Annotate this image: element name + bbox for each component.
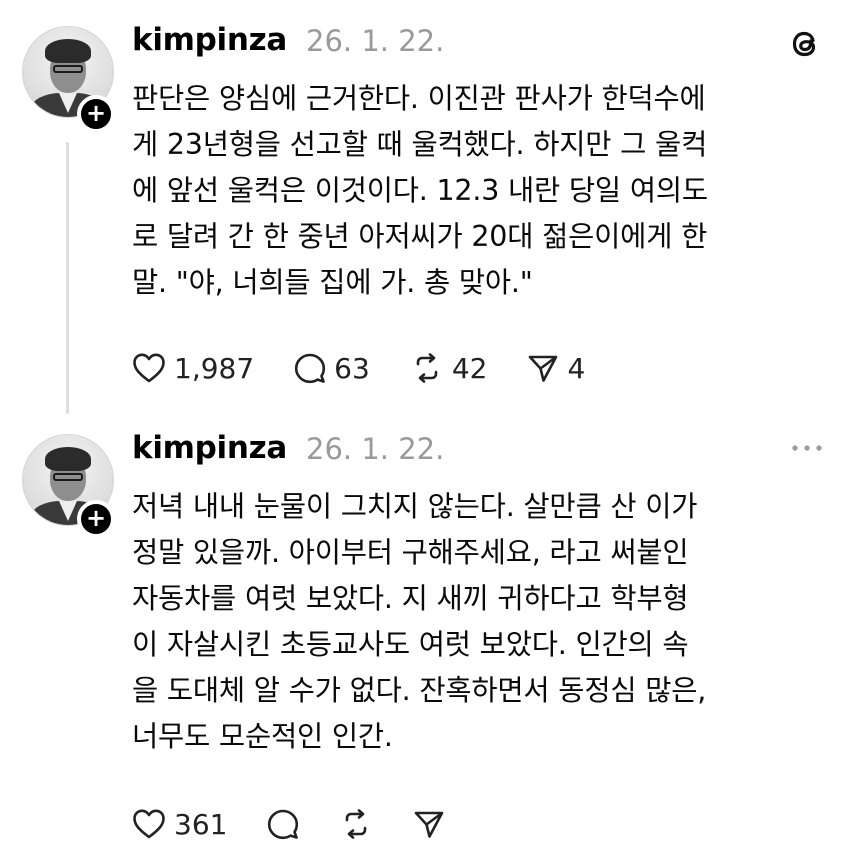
more-horizontal-icon[interactable] [788,438,826,458]
avatar-glasses [53,473,83,481]
send-icon [529,355,558,382]
threads-logo-icon[interactable] [788,26,824,62]
action-bar: 361 [132,804,485,844]
like-button[interactable]: 361 [132,808,227,841]
share-button[interactable]: 4 [527,352,585,385]
avatar-hair [45,447,91,471]
comment-bubble-icon [268,809,299,840]
username[interactable]: kimpinza [132,430,287,466]
heart-icon [133,353,165,383]
reply-count: 63 [334,351,370,385]
like-button[interactable]: 1,987 [132,352,254,385]
repost-button[interactable]: 42 [410,351,488,385]
post-body-text: 판단은 양심에 근거한다. 이진관 판사가 한덕수에 게 23년형을 선고할 때… [132,82,708,299]
repost-icon [416,353,438,383]
comment-bubble-icon [295,353,326,384]
timestamp[interactable]: 26. 1. 22. [306,24,444,58]
repost-icon [346,809,367,839]
share-count: 4 [567,351,586,385]
reply-button[interactable]: 63 [294,352,370,385]
send-icon [415,811,444,838]
follow-plus-icon[interactable]: + [77,500,115,538]
thread-post-2: + kimpinza 26. 1. 22. 저녁 내내 눈물이 그치지 않는다.… [0,420,850,863]
avatar-glasses [53,65,83,73]
heart-icon [133,809,165,839]
follow-plus-icon[interactable]: + [77,95,115,133]
timestamp[interactable]: 26. 1. 22. [306,432,444,466]
like-count: 1,987 [174,351,255,385]
reply-button[interactable] [267,808,299,840]
share-button[interactable] [413,808,445,840]
action-bar: 1,987 63 42 4 [132,348,625,388]
username[interactable]: kimpinza [132,22,287,58]
thread-connector-line [66,142,69,414]
repost-button[interactable] [339,808,373,840]
avatar-hair [45,39,91,63]
thread-post-1: + kimpinza 26. 1. 22. 판단은 양심에 근거한다. 이진관 … [0,0,850,420]
post-body-text: 저녁 내내 눈물이 그치지 않는다. 살만큼 산 이가 정말 있을까. 아이부터… [132,490,707,753]
repost-count: 42 [451,351,488,385]
like-count: 361 [174,807,228,841]
